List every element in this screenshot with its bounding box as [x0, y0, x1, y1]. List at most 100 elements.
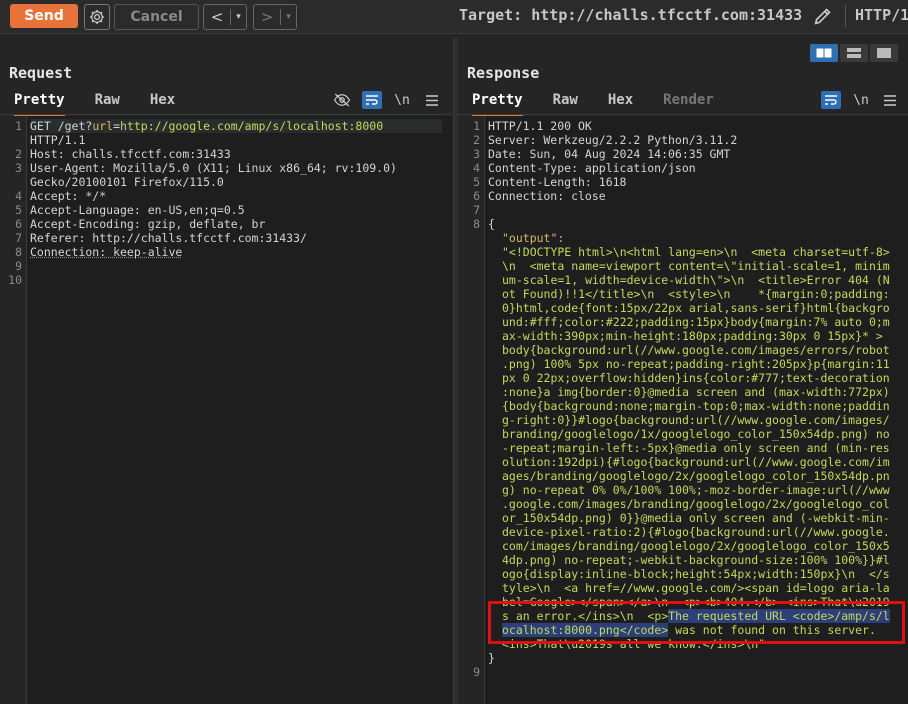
json-string-line: {body{background:none;margin-top:0;max-w… — [502, 399, 890, 413]
top-toolbar: Send Cancel < ▾ > ▾ Target: http://challs.… — [0, 0, 908, 34]
tab-hex[interactable]: Hex — [150, 90, 175, 114]
request-line: Referer: http://challs.tfcctf.com:31433/ — [30, 231, 307, 245]
response-header-line: Date: Sun, 04 Aug 2024 14:06:35 GMT — [488, 147, 731, 161]
line-number: 9 — [15, 259, 22, 273]
tab-raw[interactable]: Raw — [553, 90, 578, 114]
line-number: 4 — [15, 189, 22, 203]
line-number: 5 — [473, 175, 480, 189]
gear-icon[interactable] — [84, 4, 110, 30]
eye-off-icon[interactable] — [332, 91, 352, 109]
tab-render[interactable]: Render — [663, 90, 714, 114]
json-string-line: :none}a img{border:0}@media screen and (… — [502, 385, 890, 399]
layout-top-bottom-icon[interactable] — [840, 44, 868, 62]
json-string-line: und:#fff;color:#222;padding:15px}body{ma… — [502, 315, 890, 329]
request-line: Accept: */* — [30, 189, 107, 203]
response-tabs: Pretty Raw Hex Render — [472, 90, 744, 116]
layout-toggle-group — [810, 44, 898, 62]
json-string-line: px 0 22px;overflow:hidden}ins{color:#777… — [502, 371, 890, 385]
json-string-line: 4dp.png) no-repeat;-webkit-background-si… — [502, 553, 890, 567]
response-pane: Response Pretty Raw Hex Render \n 1 2 3 … — [458, 38, 908, 704]
json-key: "output": — [502, 231, 565, 245]
cancel-button[interactable]: Cancel — [114, 4, 199, 30]
json-string-line: ot Found)!!1</title>\n <style>\n *{margi… — [502, 287, 890, 301]
chevron-down-icon[interactable]: ▾ — [231, 12, 246, 22]
line-number: 7 — [15, 231, 22, 245]
line-number: 3 — [473, 147, 480, 161]
json-string-line: <ins>That\u2019s all we know.</ins>\n" — [502, 637, 766, 651]
json-string-line: \n <meta name=viewport content=\"initial… — [502, 259, 890, 273]
pencil-icon[interactable] — [812, 5, 834, 31]
tab-hex[interactable]: Hex — [608, 90, 633, 114]
json-string-line: olution:192dpi){#logo{background:url(//w… — [502, 455, 890, 469]
selected-text: The requested URL <code>/amp/s/l — [668, 609, 890, 623]
json-string-line: bel=Google></span></a>\n <p><b>404.</b> … — [502, 595, 890, 609]
request-line: Accept-Encoding: gzip, deflate, br — [30, 217, 266, 231]
json-string-line: 0}html,code{font:15px/22px arial,sans-se… — [502, 301, 890, 315]
back-button[interactable]: < ▾ — [203, 4, 247, 30]
request-line: Gecko/20100101 Firefox/115.0 — [30, 175, 224, 189]
toolbar-divider — [845, 5, 846, 27]
wrap-lines-icon[interactable] — [362, 91, 382, 109]
request-line: HTTP/1.1 — [30, 133, 86, 147]
layout-tabs-icon[interactable] — [870, 44, 898, 62]
layout-side-by-side-icon[interactable] — [810, 44, 838, 62]
tab-pretty[interactable]: Pretty — [472, 90, 523, 116]
json-string-line: -repeat;margin-left:-5px}@media only scr… — [502, 441, 890, 455]
protocol-label[interactable]: HTTP/1 — [855, 6, 908, 24]
request-line: GET /get?url=http://google.com/amp/s/loc… — [30, 119, 442, 133]
json-string-line: ogo{display:inline-block;height:54px;wid… — [502, 567, 890, 581]
json-open-brace: { — [488, 217, 495, 231]
json-string-line: .google.com/images/branding/googlelogo/2… — [502, 497, 890, 511]
line-number: 2 — [473, 133, 480, 147]
json-string-line: or_150x54dp.png) 0}}@media only screen a… — [502, 511, 890, 525]
json-string-line: "<!DOCTYPE html>\n<html lang=en>\n <meta… — [502, 245, 890, 259]
request-line: Accept-Language: en-US,en;q=0.5 — [30, 203, 245, 217]
request-line: Host: challs.tfcctf.com:31433 — [30, 147, 231, 161]
response-gutter: 1 2 3 4 5 6 7 8 9 — [458, 116, 485, 704]
response-title: Response — [467, 64, 540, 82]
menu-icon[interactable] — [880, 91, 900, 109]
json-string-line: g-right:0}}#logo{background:url(//www.go… — [502, 413, 890, 427]
line-number: 9 — [473, 665, 480, 679]
back-arrow-icon: < — [210, 8, 224, 26]
json-string-line: tyle>\n <a href=//www.google.com/><span … — [502, 581, 890, 595]
line-number: 3 — [15, 161, 22, 175]
line-number: 5 — [15, 203, 22, 217]
line-number: 1 — [473, 119, 480, 133]
line-number: 6 — [15, 217, 22, 231]
json-string-line: s an error.</ins>\n <p>The requested URL… — [502, 609, 890, 623]
response-editor[interactable]: 1 2 3 4 5 6 7 8 9 HTTP/1.1 200 OK Server… — [458, 116, 908, 704]
newline-toggle-icon[interactable]: \n — [851, 91, 871, 109]
tab-raw[interactable]: Raw — [95, 90, 120, 114]
menu-icon[interactable] — [422, 91, 442, 109]
line-number: 10 — [8, 273, 22, 287]
target-label: Target: http://challs.tfcctf.com:31433 — [459, 6, 803, 24]
wrap-lines-icon[interactable] — [821, 91, 841, 109]
response-header-line: Content-Type: application/json — [488, 161, 696, 175]
selected-text: ocalhost:8000.png</code> — [502, 623, 669, 637]
request-editor[interactable]: 1 2 3 4 5 6 7 8 9 10 GET /get?url=http:/… — [0, 116, 452, 704]
json-string-line: device-pixel-ratio:2){#logo{background:u… — [502, 525, 890, 539]
json-string-line: body{background:url(//www.google.com/ima… — [502, 343, 890, 357]
chevron-down-icon[interactable]: ▾ — [281, 12, 296, 22]
line-number: 1 — [15, 119, 22, 133]
send-button[interactable]: Send — [10, 4, 78, 28]
line-number: 7 — [473, 203, 480, 217]
json-string-line: ages/branding/googlelogo/2x/googlelogo_c… — [502, 469, 890, 483]
line-number: 4 — [473, 161, 480, 175]
json-string-line: branding/googlelogo/1x/googlelogo_color_… — [502, 427, 890, 441]
response-header-line: Connection: close — [488, 189, 606, 203]
line-number: 8 — [473, 217, 480, 231]
json-close-brace: } — [488, 651, 495, 665]
tab-pretty[interactable]: Pretty — [14, 90, 65, 116]
forward-button[interactable]: > ▾ — [253, 4, 297, 30]
json-string-line: ax-width:390px;min-height:180px;padding:… — [502, 329, 883, 343]
response-header-line: HTTP/1.1 200 OK — [488, 119, 592, 133]
json-string-line: um-scale=1, width=device-width\">\n <tit… — [502, 273, 890, 287]
line-number: 2 — [15, 147, 22, 161]
json-string-line: g) no-repeat 0% 0%/100% 100%;-moz-border… — [502, 483, 890, 497]
line-number: 8 — [15, 245, 22, 259]
request-pane: Request Pretty Raw Hex \n 1 2 3 4 5 6 7 … — [0, 38, 452, 704]
newline-toggle-icon[interactable]: \n — [392, 91, 412, 109]
line-number: 6 — [473, 189, 480, 203]
